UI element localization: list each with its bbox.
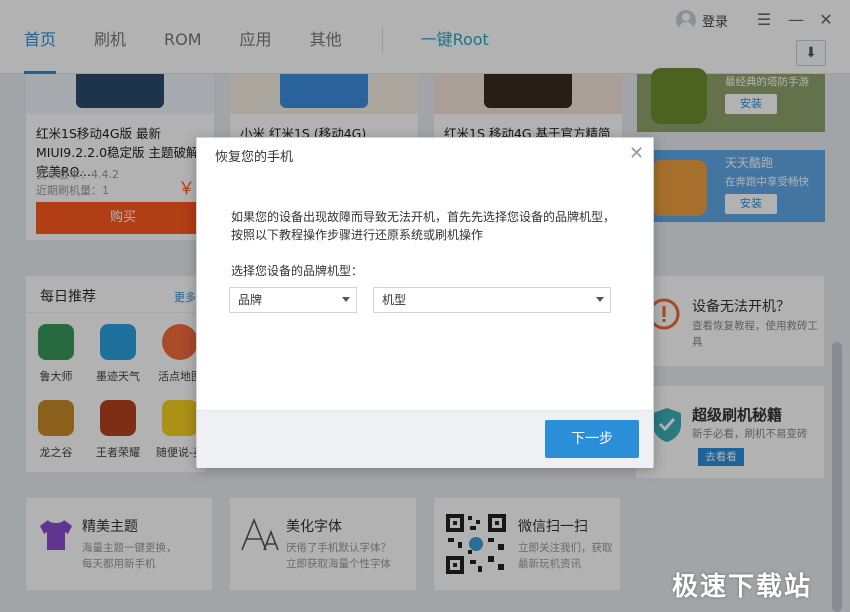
chevron-down-icon <box>342 297 350 302</box>
next-step-button[interactable]: 下一步 <box>545 420 639 458</box>
chevron-down-icon <box>596 297 604 302</box>
model-select[interactable]: 机型 <box>373 287 611 313</box>
dialog-text-line: 按照以下教程操作步骤进行还原系统或刷机操作 <box>231 228 484 242</box>
dialog-instructions: 如果您的设备出现故障而导致无法开机，首先先选择您设备的品牌机型， 按照以下教程操… <box>231 208 631 244</box>
watermark: 极速下载站 <box>672 572 813 602</box>
restore-phone-dialog: 恢复您的手机 ✕ 如果您的设备出现故障而导致无法开机，首先先选择您设备的品牌机型… <box>196 137 654 468</box>
model-select-value: 机型 <box>382 293 407 307</box>
dialog-title: 恢复您的手机 <box>215 150 294 165</box>
dialog-close-icon[interactable]: ✕ <box>629 143 644 164</box>
dialog-text-line: 如果您的设备出现故障而导致无法开机，首先先选择您设备的品牌机型， <box>231 210 616 224</box>
brand-select[interactable]: 品牌 <box>229 287 357 313</box>
brand-select-value: 品牌 <box>238 293 263 307</box>
select-label: 选择您设备的品牌机型： <box>231 264 364 278</box>
